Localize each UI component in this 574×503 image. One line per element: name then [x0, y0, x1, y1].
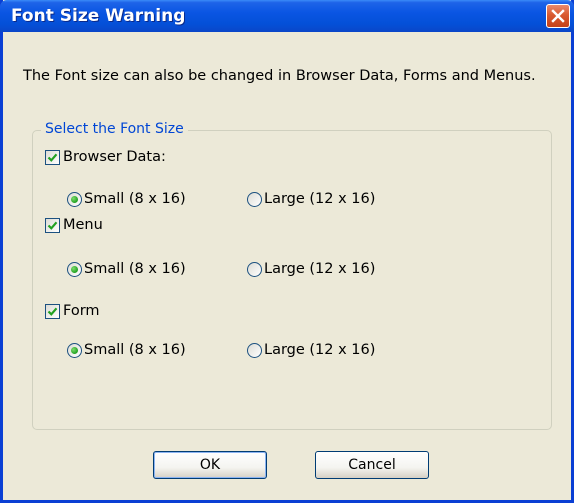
radio-button[interactable] — [247, 261, 262, 277]
radio-label: Small (8 x 16) — [84, 342, 186, 358]
radio-dot-icon — [71, 346, 78, 354]
check-icon — [47, 153, 58, 162]
radio-dot-icon — [71, 195, 78, 203]
checkbox-label: Browser Data: — [63, 149, 166, 165]
menu-checkbox[interactable]: Menu — [45, 217, 103, 233]
radio-label: Large (12 x 16) — [264, 342, 376, 358]
close-button[interactable] — [546, 4, 570, 28]
menu-small-radio[interactable]: Small (8 x 16) — [67, 261, 186, 277]
check-icon — [47, 307, 58, 316]
form-small-radio[interactable]: Small (8 x 16) — [67, 342, 186, 358]
checkbox-box[interactable] — [45, 303, 60, 319]
cancel-button[interactable]: Cancel — [315, 451, 429, 479]
window-title: Font Size Warning — [11, 6, 186, 26]
radio-button[interactable] — [247, 191, 262, 207]
form-checkbox[interactable]: Form — [45, 303, 100, 319]
browser-data-small-radio[interactable]: Small (8 x 16) — [67, 191, 186, 207]
radio-label: Small (8 x 16) — [84, 261, 186, 277]
radio-button[interactable] — [67, 261, 82, 277]
radio-button[interactable] — [67, 342, 82, 358]
radio-label: Large (12 x 16) — [264, 191, 376, 207]
form-large-radio[interactable]: Large (12 x 16) — [247, 342, 375, 358]
radio-label: Small (8 x 16) — [84, 191, 186, 207]
ok-button[interactable]: OK — [153, 451, 267, 479]
message-text: The Font size can also be changed in Bro… — [23, 68, 536, 84]
groupbox-legend: Select the Font Size — [41, 121, 188, 137]
radio-label: Large (12 x 16) — [264, 261, 376, 277]
radio-button[interactable] — [67, 191, 82, 207]
close-icon — [551, 9, 565, 23]
checkbox-label: Form — [63, 303, 100, 319]
check-icon — [47, 221, 58, 230]
browser-data-large-radio[interactable]: Large (12 x 16) — [247, 191, 375, 207]
title-bar[interactable]: Font Size Warning — [0, 0, 574, 32]
radio-button[interactable] — [247, 342, 262, 358]
browser-data-checkbox[interactable]: Browser Data: — [45, 149, 166, 165]
menu-large-radio[interactable]: Large (12 x 16) — [247, 261, 375, 277]
font-size-groupbox — [32, 130, 552, 430]
checkbox-box[interactable] — [45, 149, 60, 165]
checkbox-box[interactable] — [45, 217, 60, 233]
checkbox-label: Menu — [63, 217, 103, 233]
radio-dot-icon — [71, 265, 78, 273]
